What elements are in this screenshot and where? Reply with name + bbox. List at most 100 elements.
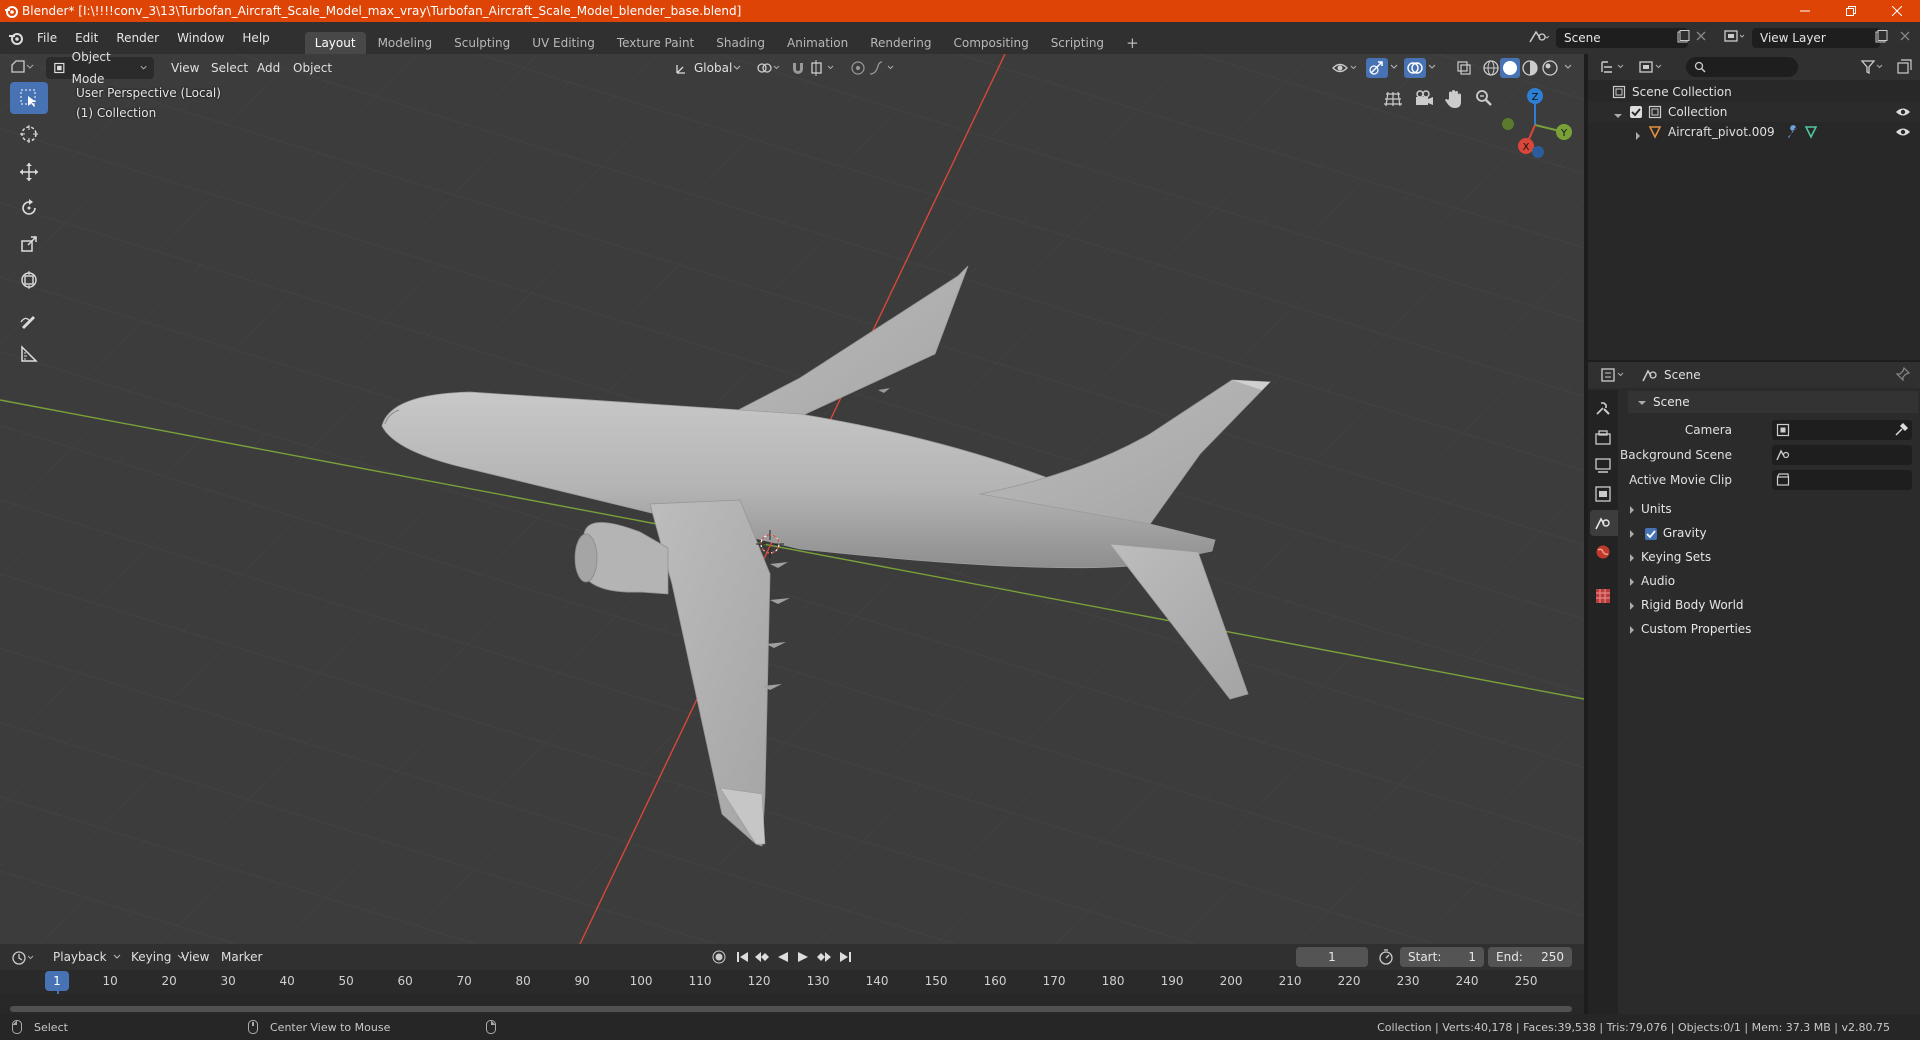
tab-rendering[interactable]: Rendering bbox=[860, 32, 941, 54]
cursor-tool[interactable] bbox=[10, 118, 48, 150]
end-frame-field[interactable]: End: 250 bbox=[1488, 947, 1572, 967]
background-scene-field[interactable] bbox=[1772, 445, 1912, 465]
playhead[interactable]: 1 bbox=[45, 971, 69, 991]
snap-magnet-icon[interactable] bbox=[790, 60, 806, 76]
proportional-edit-icon[interactable] bbox=[850, 60, 866, 76]
scale-tool[interactable] bbox=[10, 228, 48, 260]
pan-hand-icon[interactable] bbox=[1445, 89, 1463, 109]
menu-view[interactable]: View bbox=[164, 57, 206, 79]
timeline-editor-type-icon[interactable] bbox=[12, 950, 38, 966]
menu-object[interactable]: Object bbox=[286, 57, 339, 79]
camera-field[interactable] bbox=[1772, 420, 1912, 440]
falloff-icon[interactable] bbox=[868, 60, 898, 76]
mesh-data-icon[interactable] bbox=[1804, 125, 1818, 139]
eye-icon[interactable] bbox=[1895, 106, 1911, 118]
active-movie-clip-field[interactable] bbox=[1772, 470, 1912, 490]
solid-shading-icon[interactable] bbox=[1500, 58, 1520, 78]
tab-shading[interactable]: Shading bbox=[706, 32, 775, 54]
wireframe-shading-icon[interactable] bbox=[1482, 59, 1500, 77]
delete-scene-icon[interactable] bbox=[1696, 31, 1706, 41]
timeline-view-menu[interactable]: View bbox=[174, 946, 216, 968]
measure-tool[interactable] bbox=[10, 338, 48, 370]
overlay-toggle-icon[interactable] bbox=[1404, 58, 1426, 78]
menu-select[interactable]: Select bbox=[204, 57, 255, 79]
xray-toggle-icon[interactable] bbox=[1456, 60, 1472, 76]
tab-compositing[interactable]: Compositing bbox=[943, 32, 1038, 54]
tab-scripting[interactable]: Scripting bbox=[1041, 32, 1114, 54]
3d-viewport[interactable]: User Perspective (Local) (1) Collection bbox=[0, 54, 1584, 944]
scene-icon[interactable] bbox=[1528, 28, 1550, 46]
current-frame-field[interactable]: 1 bbox=[1296, 947, 1368, 967]
camera-view-icon[interactable] bbox=[1414, 90, 1434, 108]
tab-sculpting[interactable]: Sculpting bbox=[444, 32, 520, 54]
section-rigid-body-world[interactable]: Rigid Body World bbox=[1628, 594, 1918, 616]
menu-file[interactable]: File bbox=[28, 22, 66, 54]
tab-animation[interactable]: Animation bbox=[777, 32, 858, 54]
select-box-tool[interactable] bbox=[10, 82, 48, 114]
delete-view-layer-icon[interactable] bbox=[1900, 31, 1910, 41]
play-reverse-icon[interactable] bbox=[776, 950, 790, 964]
jump-keyframe-forward-icon[interactable] bbox=[816, 950, 832, 964]
tab-modeling[interactable]: Modeling bbox=[368, 32, 443, 54]
filter-icon[interactable] bbox=[1860, 59, 1886, 75]
play-icon[interactable] bbox=[796, 950, 810, 964]
section-keying-sets[interactable]: Keying Sets bbox=[1628, 546, 1918, 568]
timeline-scrollbar[interactable] bbox=[10, 1006, 1572, 1012]
snap-target-icon[interactable] bbox=[810, 60, 838, 76]
eye-icon[interactable] bbox=[1895, 126, 1911, 138]
restore-button[interactable] bbox=[1828, 0, 1874, 22]
scene-tab-active[interactable] bbox=[1590, 510, 1618, 536]
outliner-search-input[interactable] bbox=[1686, 57, 1798, 77]
tab-uv-editing[interactable]: UV Editing bbox=[522, 32, 605, 54]
grid-view-icon[interactable] bbox=[1384, 90, 1402, 108]
tab-layout[interactable]: Layout bbox=[304, 32, 366, 54]
pivot-point-icon[interactable] bbox=[756, 61, 782, 75]
properties-editor-type-icon[interactable] bbox=[1600, 367, 1628, 383]
texture-tab-icon[interactable] bbox=[1595, 588, 1611, 604]
blender-menu-icon[interactable] bbox=[8, 30, 28, 46]
wrench-modifier-icon[interactable] bbox=[1786, 125, 1800, 139]
minimize-button[interactable] bbox=[1782, 0, 1828, 22]
gravity-checkbox[interactable] bbox=[1644, 527, 1657, 540]
chevron-down-icon[interactable] bbox=[1428, 64, 1436, 70]
section-units[interactable]: Units bbox=[1628, 498, 1918, 520]
new-scene-icon[interactable] bbox=[1676, 30, 1690, 44]
annotate-tool[interactable] bbox=[10, 304, 48, 336]
chevron-down-icon[interactable] bbox=[1564, 64, 1572, 70]
collection-checkbox[interactable] bbox=[1630, 106, 1642, 118]
section-gravity[interactable]: Gravity bbox=[1628, 522, 1918, 544]
new-view-layer-icon[interactable] bbox=[1874, 30, 1888, 44]
section-audio[interactable]: Audio bbox=[1628, 570, 1918, 592]
section-custom-properties[interactable]: Custom Properties bbox=[1628, 618, 1918, 640]
new-collection-icon[interactable] bbox=[1896, 59, 1912, 75]
close-window-button[interactable] bbox=[1874, 0, 1920, 22]
pin-icon[interactable] bbox=[1896, 367, 1910, 381]
rotate-tool[interactable] bbox=[10, 192, 48, 224]
navigation-gizmo[interactable]: Z Y X bbox=[1490, 80, 1580, 170]
view-layer-selector[interactable]: View Layer bbox=[1752, 28, 1880, 48]
outliner-row-scene-collection[interactable]: Scene Collection bbox=[1588, 82, 1920, 102]
outliner-editor-type-icon[interactable] bbox=[1600, 59, 1628, 75]
visibility-selector-icon[interactable] bbox=[1332, 60, 1360, 76]
zoom-icon[interactable] bbox=[1475, 89, 1493, 107]
editor-type-icon[interactable] bbox=[10, 58, 36, 76]
tab-texture-paint[interactable]: Texture Paint bbox=[607, 32, 704, 54]
menu-add[interactable]: Add bbox=[250, 57, 287, 79]
marker-menu[interactable]: Marker bbox=[214, 946, 269, 968]
gizmo-toggle-icon[interactable] bbox=[1366, 58, 1388, 78]
playback-menu[interactable]: Playback bbox=[46, 946, 128, 968]
display-mode-icon[interactable] bbox=[1638, 59, 1666, 75]
material-shading-icon[interactable] bbox=[1521, 59, 1539, 77]
move-tool[interactable] bbox=[10, 156, 48, 188]
outliner-row-collection[interactable]: Collection bbox=[1588, 102, 1920, 122]
transform-orientation-selector[interactable]: Global bbox=[668, 57, 748, 79]
scene-selector[interactable]: Scene bbox=[1556, 28, 1688, 48]
stopwatch-icon[interactable] bbox=[1378, 949, 1394, 965]
transform-tool[interactable] bbox=[10, 264, 48, 296]
chevron-down-icon[interactable] bbox=[1390, 64, 1398, 70]
jump-keyframe-back-icon[interactable] bbox=[754, 950, 770, 964]
add-workspace-button[interactable]: + bbox=[1116, 32, 1149, 54]
rendered-shading-icon[interactable] bbox=[1541, 59, 1559, 77]
expand-triangle-icon[interactable] bbox=[1636, 128, 1647, 142]
scene-panel-header[interactable]: Scene bbox=[1628, 391, 1918, 413]
